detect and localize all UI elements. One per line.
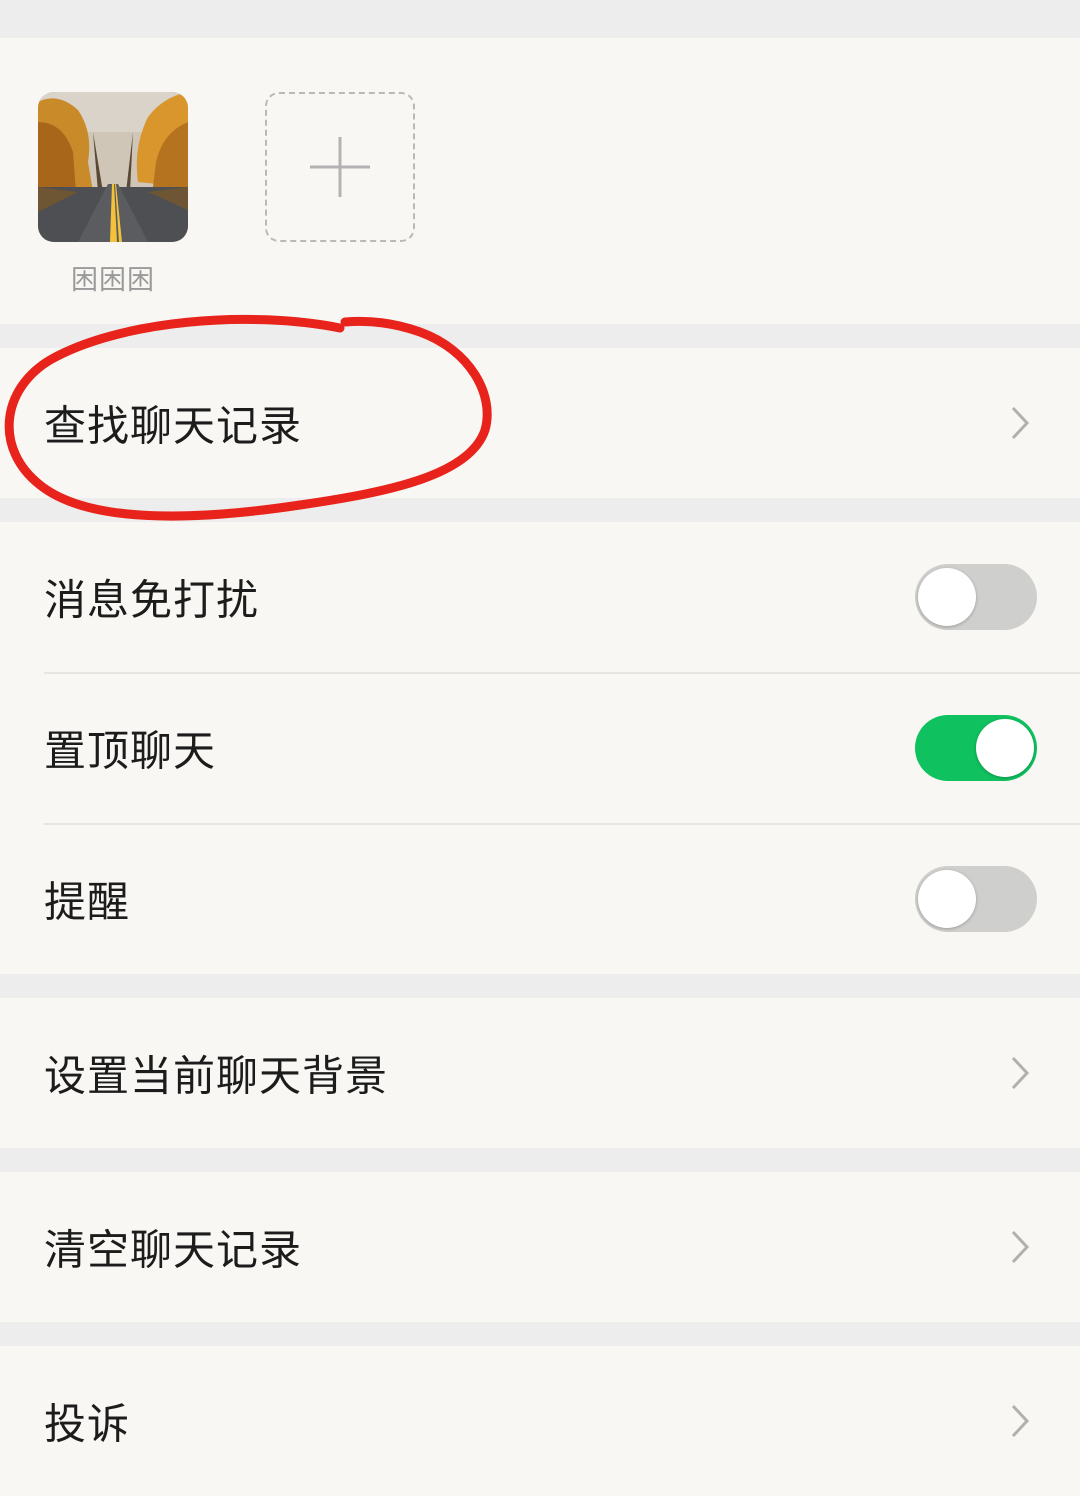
chat-background-label: 设置当前聊天背景 bbox=[44, 1051, 389, 1101]
remind-toggle[interactable] bbox=[915, 866, 1037, 932]
member-avatar[interactable] bbox=[38, 92, 188, 242]
search-history-row[interactable]: 查找聊天记录 bbox=[0, 348, 1080, 498]
add-member-button[interactable] bbox=[265, 92, 415, 242]
remind-row: 提醒 bbox=[0, 824, 1080, 974]
clear-history-row[interactable]: 清空聊天记录 bbox=[0, 1172, 1080, 1322]
remind-label: 提醒 bbox=[44, 877, 131, 927]
search-history-label: 查找聊天记录 bbox=[44, 401, 303, 451]
mute-row: 消息免打扰 bbox=[0, 522, 1080, 672]
member-name: 困困困 bbox=[71, 265, 155, 296]
pin-chat-row: 置顶聊天 bbox=[0, 673, 1080, 823]
chevron-right-icon bbox=[1011, 1404, 1030, 1438]
chevron-right-icon bbox=[1011, 1230, 1030, 1264]
chat-background-row[interactable]: 设置当前聊天背景 bbox=[0, 998, 1080, 1148]
plus-icon bbox=[310, 137, 370, 197]
mute-toggle[interactable] bbox=[915, 564, 1037, 630]
chevron-right-icon bbox=[1011, 1056, 1030, 1090]
pin-chat-toggle[interactable] bbox=[915, 715, 1037, 781]
toggle-knob bbox=[918, 568, 976, 626]
chevron-right-icon bbox=[1011, 406, 1030, 440]
toggle-knob bbox=[976, 719, 1034, 777]
complain-row[interactable]: 投诉 bbox=[0, 1346, 1080, 1496]
toggle-knob bbox=[918, 870, 976, 928]
clear-history-label: 清空聊天记录 bbox=[44, 1225, 303, 1275]
members-panel: 困困困 bbox=[0, 38, 1080, 324]
autumn-road-photo bbox=[38, 92, 188, 242]
chat-options-group: 消息免打扰 置顶聊天 提醒 bbox=[0, 522, 1080, 974]
complain-label: 投诉 bbox=[44, 1399, 131, 1449]
pin-chat-label: 置顶聊天 bbox=[44, 726, 217, 776]
mute-label: 消息免打扰 bbox=[44, 575, 260, 625]
